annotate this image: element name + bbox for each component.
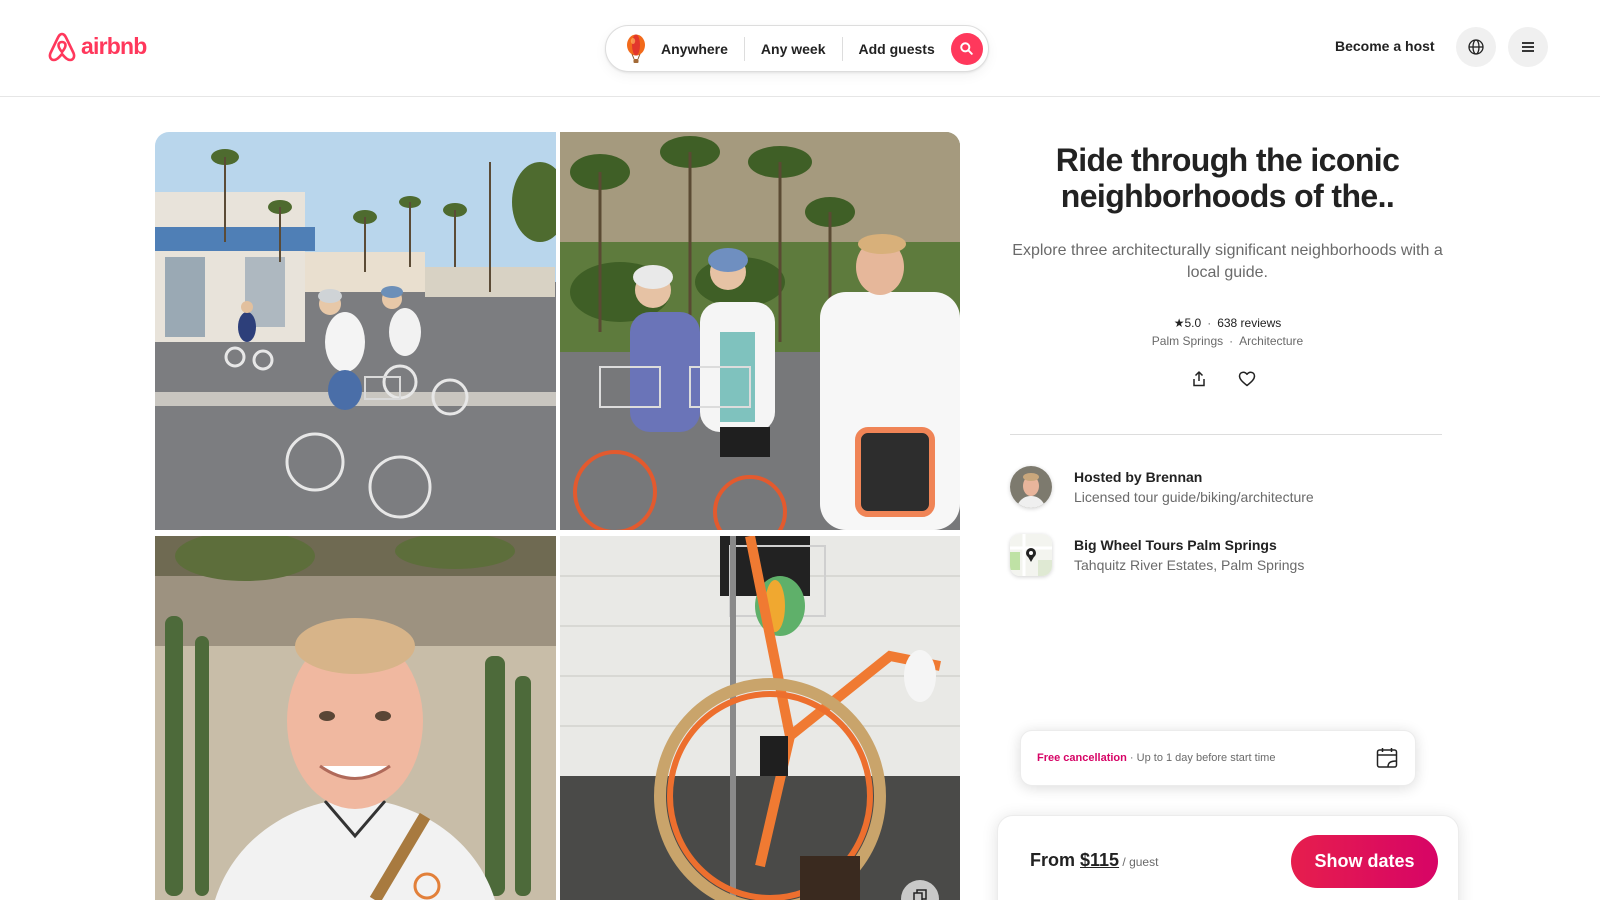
- hot-air-balloon-icon: [627, 34, 645, 63]
- airbnb-logo[interactable]: airbnb: [47, 31, 147, 63]
- venue-map-thumbnail: [1010, 534, 1052, 576]
- globe-icon: [1468, 39, 1484, 55]
- logo-wordmark: airbnb: [81, 32, 147, 59]
- section-divider: [1010, 434, 1442, 435]
- rating-value: ★5.0: [1173, 316, 1202, 330]
- top-header: airbnb Anywhere Any week Add guests Beco…: [0, 0, 1600, 97]
- search-divider: [743, 36, 745, 61]
- hamburger-menu-icon: [1522, 42, 1534, 52]
- price-from-label: From: [1030, 850, 1081, 870]
- location-line: Palm Springs · Architecture: [1151, 334, 1304, 348]
- host-role: Licensed tour guide/biking/architecture: [1074, 489, 1314, 505]
- photo-guide-with-riders[interactable]: [560, 132, 960, 530]
- gallery-icon: [913, 889, 927, 900]
- search-icon: [960, 42, 974, 55]
- map-pin-icon: [1010, 534, 1052, 576]
- search-add-guests[interactable]: Add guests: [859, 41, 935, 57]
- reviews-link[interactable]: 638 reviews: [1217, 316, 1281, 330]
- photo-cyclists-street-image: [155, 132, 556, 530]
- airbnb-logo-icon: [48, 32, 76, 62]
- photo-cyclists-street[interactable]: [155, 132, 556, 530]
- search-anywhere[interactable]: Anywhere: [661, 41, 728, 57]
- photo-guide-with-riders-image: [560, 132, 960, 530]
- venue-info[interactable]: Big Wheel Tours Palm Springs Tahquitz Ri…: [1010, 534, 1304, 576]
- price-unit: / guest: [1119, 855, 1159, 869]
- photo-orange-bike[interactable]: [560, 536, 960, 900]
- category-link[interactable]: Architecture: [1239, 334, 1303, 348]
- experience-subtitle: Explore three architecturally significan…: [1012, 242, 1443, 281]
- photo-host-portrait[interactable]: [155, 536, 556, 900]
- become-host-link[interactable]: Become a host: [1335, 38, 1435, 54]
- heart-icon[interactable]: [1238, 370, 1256, 388]
- menu-button[interactable]: [1508, 27, 1548, 67]
- venue-name: Big Wheel Tours Palm Springs: [1074, 537, 1277, 553]
- cancellation-text: Free cancellation · Up to 1 day before s…: [1037, 752, 1275, 764]
- photo-host-portrait-image: [155, 536, 556, 900]
- experience-title: Ride through the iconic neighborhoods of…: [1055, 142, 1400, 214]
- cancellation-label: Free cancellation: [1037, 752, 1127, 764]
- venue-address: Tahquitz River Estates, Palm Springs: [1074, 557, 1305, 573]
- cancellation-notice: Free cancellation · Up to 1 day before s…: [1020, 730, 1416, 786]
- rating-line: ★5.0 · 638 reviews: [1173, 316, 1282, 330]
- search-any-week[interactable]: Any week: [761, 41, 826, 57]
- calendar-icon: [1376, 748, 1398, 768]
- search-bar[interactable]: Anywhere Any week Add guests: [605, 25, 989, 72]
- action-icons: [1190, 370, 1256, 388]
- show-dates-button[interactable]: Show dates: [1291, 835, 1438, 888]
- language-button[interactable]: [1456, 27, 1496, 67]
- booking-card: From $115 / guest Show dates: [997, 815, 1459, 900]
- photo-orange-bike-image: [560, 536, 960, 900]
- host-avatar: [1010, 466, 1052, 508]
- host-name: Hosted by Brennan: [1074, 469, 1203, 485]
- search-button[interactable]: [950, 32, 983, 65]
- price-amount[interactable]: $115: [1080, 850, 1119, 870]
- price-line: From $115 / guest: [1030, 850, 1158, 871]
- location-link[interactable]: Palm Springs: [1152, 334, 1223, 348]
- cancellation-detail: · Up to 1 day before start time: [1126, 752, 1276, 764]
- search-divider: [841, 36, 843, 61]
- host-info[interactable]: Hosted by Brennan Licensed tour guide/bi…: [1010, 466, 1314, 508]
- host-avatar-image: [1010, 466, 1052, 508]
- share-icon[interactable]: [1190, 370, 1208, 388]
